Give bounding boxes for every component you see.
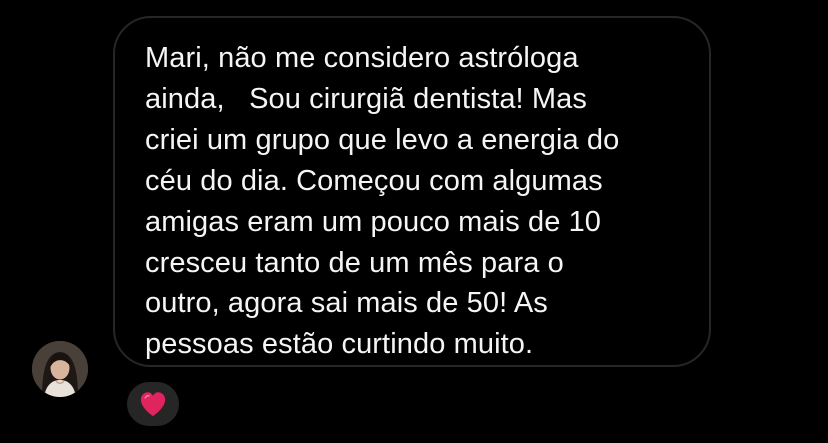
- avatar-image: [32, 341, 88, 397]
- reaction-badge[interactable]: [124, 379, 182, 429]
- message-line: cresceu tanto de um mês para o: [145, 246, 564, 279]
- message-line: pessoas estão curtindo muito.: [145, 328, 534, 361]
- message-line: Mari, não me considero astróloga: [145, 42, 579, 74]
- message-line: ainda, Sou cirurgiã dentista! Mas: [145, 82, 587, 115]
- message-line: outro, agora sai mais de 50! As: [145, 287, 548, 320]
- message-line: céu do dia. Começou com algumas: [145, 164, 603, 197]
- message-line: criei um grupo que levo a energia do: [145, 123, 620, 156]
- sender-avatar[interactable]: [32, 341, 88, 397]
- heart-icon: [140, 392, 166, 417]
- message-text: Mari, não me considero astróloga ainda, S…: [145, 38, 690, 365]
- message-line: amigas eram um pouco mais de 10: [145, 205, 602, 238]
